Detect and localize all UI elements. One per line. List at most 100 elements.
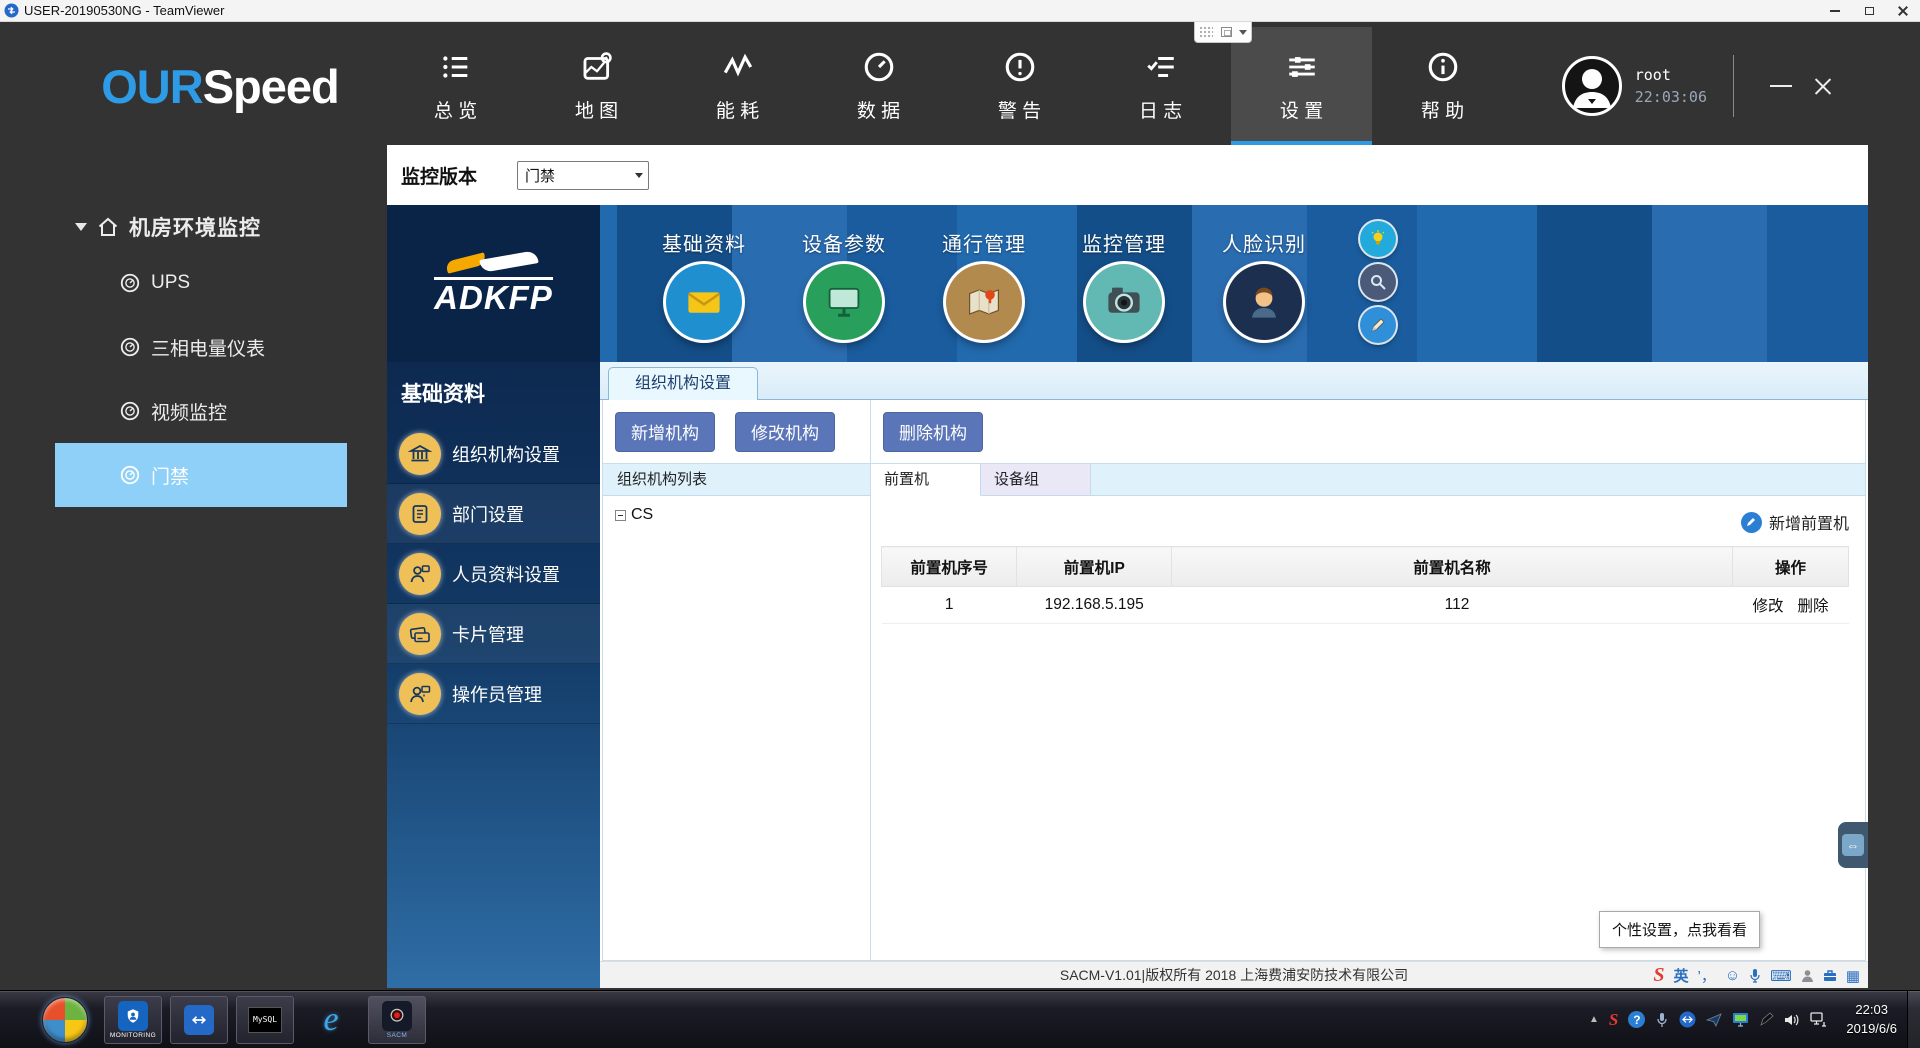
tree-node-cs[interactable]: CS <box>615 506 870 524</box>
submenu-item-department[interactable]: 部门设置 <box>387 484 600 544</box>
monitor-tray-icon[interactable] <box>1732 1012 1749 1027</box>
toolbox-icon[interactable] <box>1823 969 1837 982</box>
nav-item-overview[interactable]: 总 览 <box>385 27 526 145</box>
emoji-icon[interactable]: ☺ <box>1725 967 1740 984</box>
taskbar-item-teamviewer[interactable] <box>170 996 228 1044</box>
magnifier-icon[interactable] <box>1360 264 1396 300</box>
teamviewer-toolbar-widget[interactable] <box>1194 22 1252 43</box>
slide-out-handle[interactable]: ⇔ <box>1838 822 1868 868</box>
app-header: OURSpeed 总 览 地 图 能 耗 <box>55 27 1868 145</box>
sidebar-item-video[interactable]: 视频监控 <box>55 379 387 443</box>
operator-icon <box>399 673 441 715</box>
mic-tray-icon[interactable] <box>1655 1012 1669 1028</box>
face-icon[interactable] <box>1226 264 1302 340</box>
pencil-icon[interactable] <box>1360 307 1396 343</box>
banner-item-access-mgmt[interactable]: 通行管理 <box>942 228 1026 340</box>
org-list-header: 组织机构列表 <box>603 464 870 496</box>
app-close-icon[interactable] <box>1802 65 1844 107</box>
sidebar-item-power-meter[interactable]: 三相电量仪表 <box>55 315 387 379</box>
help-tray-icon[interactable]: ? <box>1628 1011 1645 1028</box>
user-block[interactable]: root 22:03:06 <box>1561 27 1707 145</box>
sidebar-item-door-access[interactable]: 门禁 <box>55 443 347 507</box>
monitor-icon[interactable] <box>806 264 882 340</box>
ime-tooltip[interactable]: 个性设置，点我看看 <box>1599 911 1760 948</box>
banner-item-base-data[interactable]: 基础资料 <box>662 228 746 340</box>
pen-tray-icon[interactable] <box>1759 1012 1774 1027</box>
keyboard-icon[interactable]: ⌨ <box>1770 967 1792 985</box>
teamviewer-logo-icon <box>4 3 19 18</box>
submenu-item-label: 卡片管理 <box>452 621 524 647</box>
user-name: root <box>1635 66 1707 84</box>
taskbar-item-internet-explorer[interactable]: e <box>302 996 360 1044</box>
combo-arrow-button[interactable] <box>630 162 648 189</box>
submenu-item-personnel[interactable]: 人员资料设置 <box>387 544 600 604</box>
edit-org-button[interactable]: 修改机构 <box>735 412 835 452</box>
person-icon[interactable] <box>1801 969 1814 983</box>
submenu-item-card-mgmt[interactable]: 卡片管理 <box>387 604 600 664</box>
grid-menu-icon[interactable]: ▦ <box>1846 967 1860 985</box>
version-select[interactable]: 门禁 <box>517 161 649 190</box>
nav-item-data[interactable]: 数 据 <box>808 27 949 145</box>
camera-icon[interactable] <box>1086 264 1162 340</box>
user-time: 22:03:06 <box>1635 88 1707 106</box>
envelope-icon[interactable] <box>666 264 742 340</box>
map-pin-icon[interactable] <box>946 264 1022 340</box>
sidebar-item-ups[interactable]: UPS <box>55 251 387 315</box>
taskbar-item-mysql[interactable]: MySQL <box>236 996 294 1044</box>
tab-device-group[interactable]: 设备组 <box>981 464 1091 495</box>
send-tray-icon[interactable] <box>1706 1012 1722 1028</box>
start-button[interactable] <box>42 997 88 1043</box>
app-minimize-icon[interactable] <box>1760 65 1802 107</box>
taskbar-clock[interactable]: 22:03 2019/6/6 <box>1846 1001 1897 1039</box>
banner-item-monitor-mgmt[interactable]: 监控管理 <box>1082 228 1166 340</box>
banner-item-face-recognition[interactable]: 人脸识别 <box>1222 228 1306 340</box>
sogou-tray-icon[interactable]: S <box>1609 1010 1618 1030</box>
ime-language-toggle[interactable]: 英 <box>1673 965 1688 986</box>
screen: USER-20190530NG - TeamViewer OURSpeed <box>0 0 1920 1048</box>
nav-item-settings[interactable]: 设 置 <box>1231 27 1372 145</box>
restore-icon[interactable] <box>1852 0 1886 21</box>
microphone-icon[interactable] <box>1749 968 1761 983</box>
brand-swoosh-icon <box>446 253 542 275</box>
row-edit-link[interactable]: 修改 <box>1752 594 1783 616</box>
submenu-item-org-setup[interactable]: 组织机构设置 <box>387 424 600 484</box>
windows-taskbar: MONITORING MySQL e SACM ▲ S <box>0 990 1920 1048</box>
sidebar-root-node[interactable]: 机房环境监控 <box>55 203 387 251</box>
sogou-ime-bar[interactable]: S 英 ’， ☺ ⌨ ▦ <box>1653 962 1860 989</box>
device-gauge-icon <box>119 400 141 422</box>
teamviewer-tray-icon[interactable] <box>1679 1011 1696 1028</box>
bulb-icon[interactable] <box>1360 221 1396 257</box>
tree-expander-icon[interactable] <box>615 510 626 521</box>
add-org-button[interactable]: 新增机构 <box>615 412 715 452</box>
hidden-icons-chevron[interactable]: ▲ <box>1589 1014 1599 1025</box>
submenu-item-operator-mgmt[interactable]: 操作员管理 <box>387 664 600 724</box>
network-icon[interactable] <box>1810 1012 1828 1027</box>
tab-org-setup[interactable]: 组织机构设置 <box>608 367 758 400</box>
nav-item-log[interactable]: 日 志 <box>1090 27 1231 145</box>
delete-org-button[interactable]: 删除机构 <box>883 412 983 452</box>
nav-item-energy[interactable]: 能 耗 <box>667 27 808 145</box>
org-tree: CS <box>603 496 870 960</box>
console-icon: MySQL <box>248 1007 282 1033</box>
close-icon[interactable] <box>1886 0 1920 21</box>
sogou-icon[interactable]: S <box>1653 964 1664 987</box>
shield-icon <box>118 1001 148 1031</box>
nav-item-help[interactable]: 帮 助 <box>1372 27 1513 145</box>
speaker-icon[interactable] <box>1784 1013 1800 1027</box>
nav-item-alert[interactable]: 警 告 <box>949 27 1090 145</box>
titlebar-controls <box>1818 0 1920 21</box>
minimize-icon[interactable] <box>1818 0 1852 21</box>
banner-item-label: 人脸识别 <box>1222 228 1306 257</box>
ime-punct-toggle[interactable]: ’， <box>1697 965 1715 986</box>
taskbar-item-sacm[interactable]: SACM <box>368 996 426 1044</box>
home-icon <box>96 215 120 239</box>
banner-item-device-params[interactable]: 设备参数 <box>802 228 886 340</box>
row-delete-link[interactable]: 删除 <box>1797 594 1828 616</box>
tab-front-machine[interactable]: 前置机 <box>871 464 981 496</box>
add-front-machine-link[interactable]: 新增前置机 <box>881 510 1849 534</box>
nav-item-map[interactable]: 地 图 <box>526 27 667 145</box>
taskbar-item-monitoring[interactable]: MONITORING <box>104 996 162 1044</box>
show-desktop-button[interactable] <box>1907 991 1920 1048</box>
submenu-item-label: 部门设置 <box>452 501 524 527</box>
card-icon <box>399 613 441 655</box>
